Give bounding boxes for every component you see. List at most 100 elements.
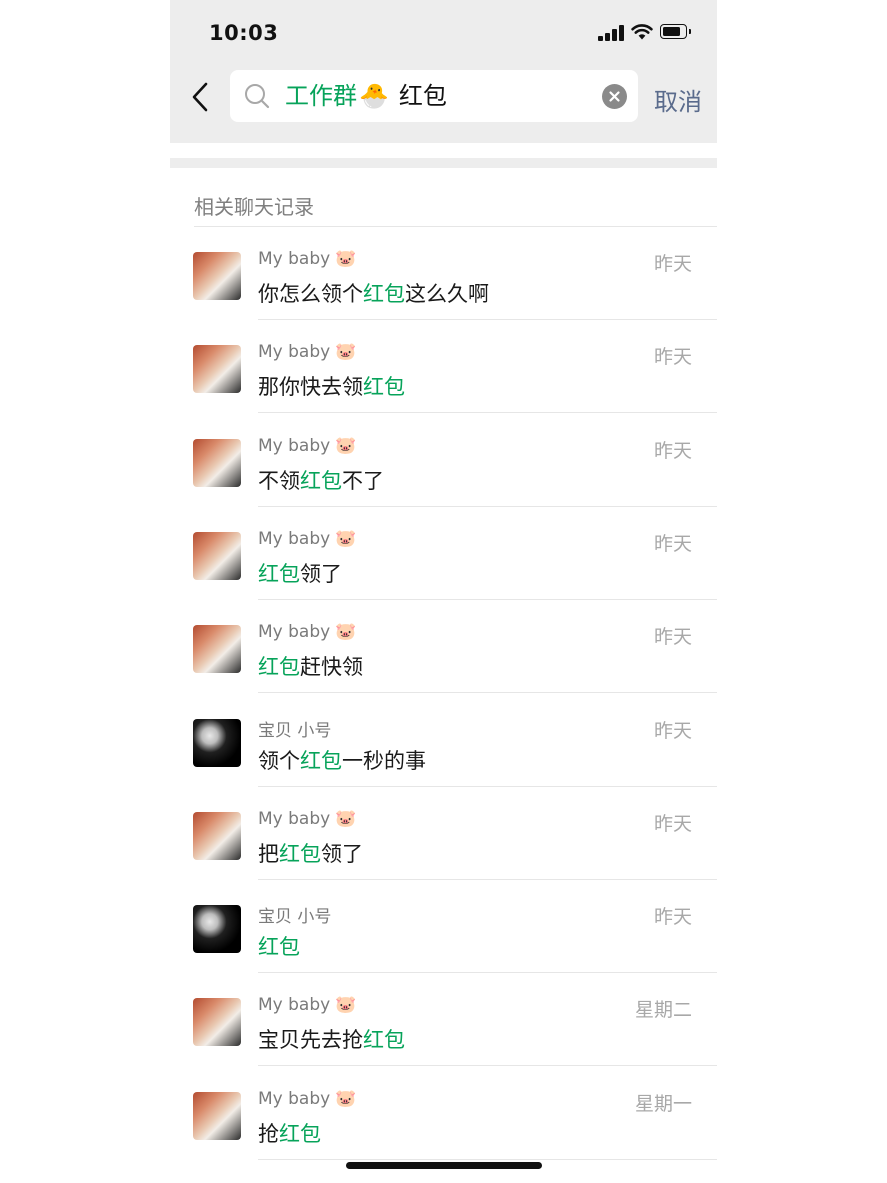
pig-emoji: 🐷 <box>335 249 357 269</box>
chat-record-row[interactable]: My baby 🐷 昨天 你怎么领个红包这么久啊 <box>170 227 717 320</box>
avatar[interactable] <box>193 438 241 487</box>
keyword-highlight: 红包 <box>279 841 321 866</box>
pig-emoji: 🐷 <box>335 342 357 363</box>
section-title: 相关聊天记录 <box>194 195 314 219</box>
message-text-after: 这么久啊 <box>405 282 489 306</box>
pig-emoji: 🐷 <box>335 528 357 549</box>
chat-record-row[interactable]: My baby 🐷 昨天 把红包领了 <box>170 787 717 880</box>
chat-record-row[interactable]: My baby 🐷 昨天那你快去领红包 <box>170 320 717 414</box>
message-text: 红包领了 <box>258 558 342 588</box>
message-text-before: 宝贝先去抢 <box>258 1028 363 1053</box>
chat-record-row[interactable]: My baby 🐷 星期一抢红包 <box>170 1067 717 1160</box>
pig-emoji: 🐷 <box>335 435 357 456</box>
signal-icon <box>598 25 626 41</box>
message-text-after: 赶快领 <box>300 655 363 680</box>
battery-icon <box>660 24 691 39</box>
keyword-highlight: 红包 <box>363 1028 405 1053</box>
message-time: 昨天 <box>653 719 692 742</box>
message-text: 抢红包 <box>258 1118 321 1148</box>
avatar[interactable] <box>193 531 241 580</box>
chat-record-row[interactable]: My baby 🐷 星期二宝贝先去抢红包 <box>170 973 717 1067</box>
chat-record-row[interactable]: My baby 🐷 昨天红包领了 <box>170 507 717 600</box>
pig-emoji: 🐷 <box>335 808 357 829</box>
chat-record-row[interactable]: 宝贝 小号 昨天领个红包一秒的事 <box>170 694 717 787</box>
sender-name-text: 宝贝 小号 <box>258 720 332 741</box>
sender-name: My baby 🐷 <box>258 1089 356 1109</box>
sender-name: My baby 🐷 <box>258 342 356 362</box>
search-header: 10:03 工作群🐣 红包 取消 <box>170 0 717 143</box>
message-text: 红包 <box>258 931 300 961</box>
message-text: 不领红包不了 <box>258 465 384 495</box>
message-time: 星期二 <box>634 999 692 1022</box>
avatar[interactable] <box>193 1091 241 1140</box>
search-input[interactable]: 工作群🐣 红包 <box>230 70 638 122</box>
avatar[interactable] <box>193 811 241 860</box>
sender-name-text: My baby <box>258 342 331 363</box>
query-text: 红包 <box>398 82 447 110</box>
status-time: 10:03 <box>209 21 279 45</box>
cancel-button[interactable]: 取消 <box>654 82 702 117</box>
avatar[interactable] <box>193 905 241 954</box>
message-text-after: 领了 <box>300 561 342 586</box>
search-query[interactable]: 工作群🐣 红包 <box>285 82 447 110</box>
pig-emoji: 🐷 <box>335 995 357 1016</box>
sender-name-text: My baby <box>258 1088 331 1109</box>
sender-name: My baby 🐷 <box>258 622 356 642</box>
avatar[interactable] <box>193 345 241 394</box>
message-time: 昨天 <box>653 906 692 929</box>
avatar[interactable] <box>193 718 241 767</box>
message-text: 把红包领了 <box>258 838 363 868</box>
sender-name: My baby 🐷 <box>258 809 356 829</box>
message-time: 星期一 <box>634 1092 692 1115</box>
message-time: 昨天 <box>653 532 692 555</box>
message-text-before: 把 <box>258 841 279 866</box>
keyword-highlight: 红包 <box>363 282 405 306</box>
chat-record-row[interactable]: My baby 🐷 昨天 红包赶快领 <box>170 600 717 694</box>
sender-name: My baby 🐷 <box>258 436 356 456</box>
message-text: 领个红包一秒的事 <box>258 745 426 775</box>
sender-name: My baby 🐷 <box>258 995 356 1015</box>
message-text: 宝贝先去抢红包 <box>258 1024 405 1054</box>
sender-name-text: My baby <box>258 995 331 1016</box>
message-text-after: 不了 <box>342 468 384 493</box>
keyword-highlight: 红包 <box>258 655 300 680</box>
phone-screen: 10:03 工作群🐣 红包 取消 相关聊天记录 My baby 🐷 昨天 你怎么… <box>170 0 717 1183</box>
message-text: 你怎么领个红包这么久啊 <box>258 278 489 308</box>
message-text-before: 抢 <box>258 1121 279 1146</box>
avatar[interactable] <box>193 252 241 300</box>
message-time: 昨天 <box>653 346 692 369</box>
sender-name-text: 宝贝 小号 <box>258 907 332 928</box>
message-text-after: 一秒的事 <box>342 748 426 773</box>
message-text: 红包赶快领 <box>258 651 363 681</box>
sender-name-text: My baby <box>258 249 331 269</box>
message-text: 那你快去领红包 <box>258 371 405 401</box>
avatar[interactable] <box>193 625 241 674</box>
sender-name: My baby 🐷 <box>258 249 356 269</box>
search-icon <box>245 84 270 109</box>
message-text-after: 领了 <box>321 841 363 866</box>
sender-name: 宝贝 小号 <box>258 902 336 927</box>
chick-emoji: 🐣 <box>359 82 389 110</box>
pig-emoji: 🐷 <box>335 1088 357 1109</box>
avatar[interactable] <box>193 998 241 1047</box>
keyword-highlight: 红包 <box>279 1121 321 1146</box>
divider <box>170 158 717 168</box>
query-token-group: 工作群 <box>285 82 357 110</box>
wifi-icon <box>631 24 653 40</box>
chat-record-row[interactable]: My baby 🐷 昨天 不领红包不了 <box>170 414 717 507</box>
message-text-before: 不领 <box>258 468 300 493</box>
sender-name-text: My baby <box>258 622 331 643</box>
sender-name: My baby 🐷 <box>258 529 356 549</box>
keyword-highlight: 红包 <box>258 935 300 960</box>
home-indicator[interactable] <box>346 1162 542 1169</box>
back-icon[interactable] <box>186 80 216 114</box>
clear-icon[interactable] <box>602 84 627 109</box>
chat-record-row[interactable]: 宝贝 小号 昨天红包 <box>170 880 717 974</box>
message-text-before: 你怎么领个 <box>258 282 363 306</box>
message-text-before: 那你快去领 <box>258 375 363 400</box>
keyword-highlight: 红包 <box>300 468 342 493</box>
sender-name-text: My baby <box>258 528 331 549</box>
keyword-highlight: 红包 <box>258 561 300 586</box>
sender-name: 宝贝 小号 <box>258 716 336 741</box>
pig-emoji: 🐷 <box>335 622 357 643</box>
